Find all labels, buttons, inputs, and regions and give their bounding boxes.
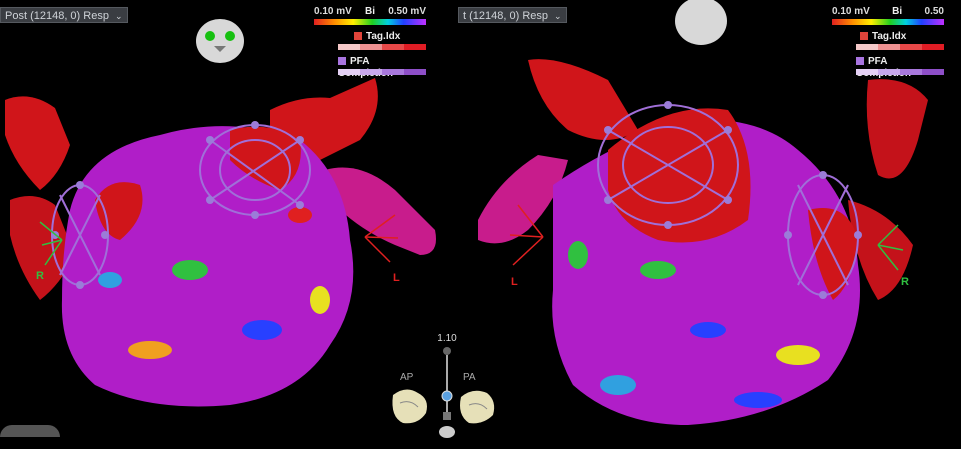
tag-index-bar [856, 44, 944, 50]
right-orientation-label: R [901, 276, 909, 288]
left-map-view[interactable]: Post (12148, 0) Resp ⌄ 0.10 mV Bi 0.50 mV T… [0, 0, 458, 437]
tag-index-bar [338, 44, 426, 50]
tag-index-label: Tag.Idx [872, 31, 907, 42]
pfa-completion-label: PFA Completion [856, 56, 911, 79]
bi-max-label: 0.50 mV [388, 6, 426, 17]
pfa-completion-bar [856, 69, 944, 75]
voltage-color-bar [832, 19, 944, 25]
pfa-completion-icon [856, 57, 864, 65]
tag-index-icon [354, 32, 362, 40]
zoom-value: 1.10 [437, 333, 457, 344]
bi-title: Bi [365, 6, 375, 17]
head-orientation-icon [195, 18, 245, 64]
zoom-slider-thumb[interactable] [441, 390, 453, 402]
pfa-completion-label: PFA Completion [338, 56, 393, 79]
right-orientation-label: R [36, 270, 44, 282]
bi-voltage-legend: 0.10 mV Bi 0.50 mV Tag.Idx PFA Completion [314, 6, 426, 79]
bi-voltage-legend: 0.10 mV Bi 0.50 Tag.Idx PFA Completion [832, 6, 944, 79]
zoom-in-button[interactable] [443, 347, 451, 355]
pfa-completion-icon [338, 57, 346, 65]
map-select-dropdown[interactable]: Post (12148, 0) Resp ⌄ [0, 7, 128, 23]
voltage-color-bar [314, 19, 426, 25]
ap-view-label: AP [400, 372, 414, 383]
chevron-down-icon: ⌄ [114, 11, 123, 21]
left-orientation-label: L [511, 276, 518, 288]
tag-index-icon [860, 32, 868, 40]
bi-min-label: 0.10 mV [832, 6, 870, 17]
pfa-completion-bar [338, 69, 426, 75]
head-orientation-icon [675, 0, 727, 46]
map-select-label: t (12148, 0) Resp [463, 10, 548, 22]
corner-control[interactable] [0, 425, 60, 437]
reset-view-button[interactable] [439, 426, 455, 438]
right-map-view[interactable]: t (12148, 0) Resp ⌄ 0.10 mV Bi 0.50 Tag.Idx… [458, 0, 961, 437]
bi-title: Bi [892, 6, 903, 17]
zoom-out-button[interactable] [443, 412, 451, 420]
bi-max-label: 0.50 [924, 6, 944, 17]
left-orientation-label: L [393, 272, 400, 284]
bi-min-label: 0.10 mV [314, 6, 352, 17]
map-select-label: Post (12148, 0) Resp [5, 10, 109, 22]
tag-index-label: Tag.Idx [366, 31, 401, 42]
chevron-down-icon: ⌄ [554, 11, 562, 21]
pa-view-label: PA [463, 372, 476, 383]
map-select-dropdown[interactable]: t (12148, 0) Resp ⌄ [458, 7, 567, 23]
